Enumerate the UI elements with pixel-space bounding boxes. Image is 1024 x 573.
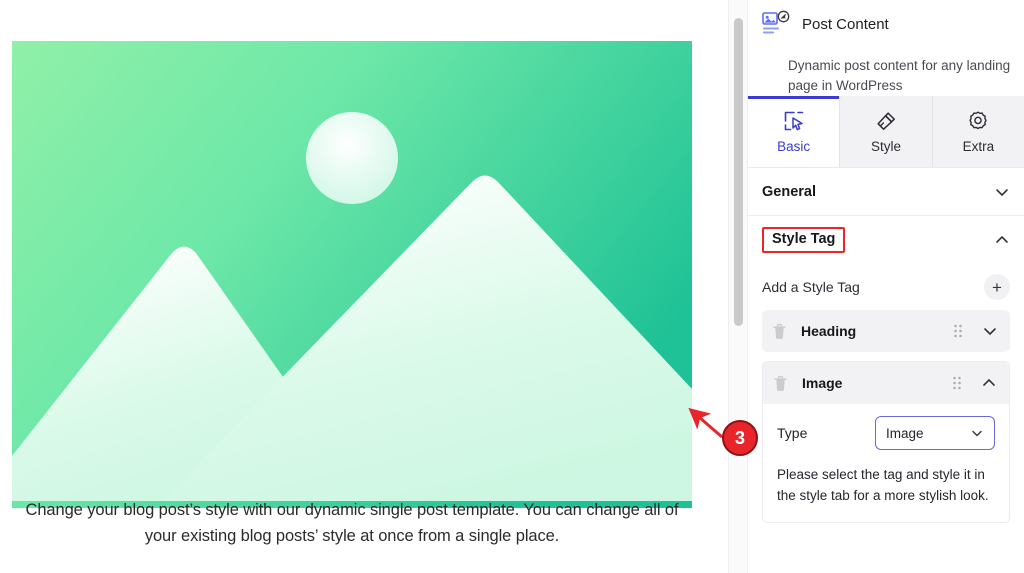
trash-icon[interactable] — [773, 375, 788, 392]
widget-title: Post Content — [802, 16, 889, 33]
style-tag-section-body: Add a Style Tag + Heading Image Type Ima… — [748, 264, 1024, 523]
type-field-row: Type Image — [777, 416, 995, 450]
style-tag-item-heading: Heading — [762, 310, 1010, 352]
trash-icon[interactable] — [772, 323, 787, 340]
section-style-tag-label: Style Tag — [762, 227, 846, 253]
settings-tabs: Basic Style Extra — [748, 96, 1024, 168]
tab-extra[interactable]: Extra — [932, 96, 1024, 167]
post-featured-image[interactable] — [12, 41, 692, 508]
editor-canvas: Change your blog post’s style with our d… — [0, 0, 731, 573]
section-general[interactable]: General — [748, 168, 1024, 216]
chevron-up-icon — [994, 232, 1010, 248]
panel-scroll-thumb[interactable] — [734, 18, 743, 326]
image-placeholder-icon — [12, 41, 692, 508]
type-field-label: Type — [777, 425, 808, 441]
tab-extra-label: Extra — [962, 138, 995, 154]
chevron-down-icon — [994, 184, 1010, 200]
app-root: Change your blog post’s style with our d… — [0, 0, 1024, 573]
chevron-down-icon[interactable] — [982, 323, 998, 339]
style-tag-heading-label: Heading — [801, 323, 857, 339]
drag-handle-icon[interactable] — [952, 323, 964, 339]
post-caption-text: Change your blog post’s style with our d… — [25, 501, 679, 545]
post-content-icon — [762, 10, 792, 40]
section-style-tag[interactable]: Style Tag — [748, 216, 1024, 264]
gear-icon — [967, 110, 989, 132]
type-select-value: Image — [886, 425, 924, 441]
section-general-label: General — [762, 183, 816, 200]
annotation-step-badge: 3 — [722, 420, 758, 456]
chevron-down-icon — [970, 426, 984, 440]
add-style-tag-button[interactable]: + — [984, 274, 1010, 300]
widget-description: Dynamic post content for any landing pag… — [788, 58, 1011, 93]
tab-style[interactable]: Style — [840, 96, 933, 167]
widget-settings-panel: Post Content Dynamic post content for an… — [748, 0, 1024, 573]
chevron-up-icon[interactable] — [981, 375, 997, 391]
tab-style-label: Style — [870, 138, 901, 154]
style-tag-heading-header[interactable]: Heading — [762, 310, 1010, 352]
style-tag-image-label: Image — [802, 375, 843, 391]
widget-header: Post Content — [748, 0, 1024, 54]
style-tag-item-image: Image Type Image Please select the tag a… — [762, 361, 1010, 523]
add-style-tag-row[interactable]: Add a Style Tag + — [762, 264, 1010, 310]
tab-basic[interactable]: Basic — [748, 96, 841, 167]
style-tag-image-body: Type Image Please select the tag and sty… — [763, 404, 1009, 522]
type-field-help-text: Please select the tag and style it in th… — [777, 467, 989, 503]
paint-brush-icon — [875, 110, 897, 132]
cursor-select-icon — [783, 110, 805, 132]
drag-handle-icon[interactable] — [951, 375, 963, 391]
add-style-tag-label: Add a Style Tag — [762, 279, 860, 295]
tab-basic-label: Basic — [777, 138, 811, 154]
style-tag-image-header[interactable]: Image — [763, 362, 1009, 404]
type-select[interactable]: Image — [875, 416, 995, 450]
